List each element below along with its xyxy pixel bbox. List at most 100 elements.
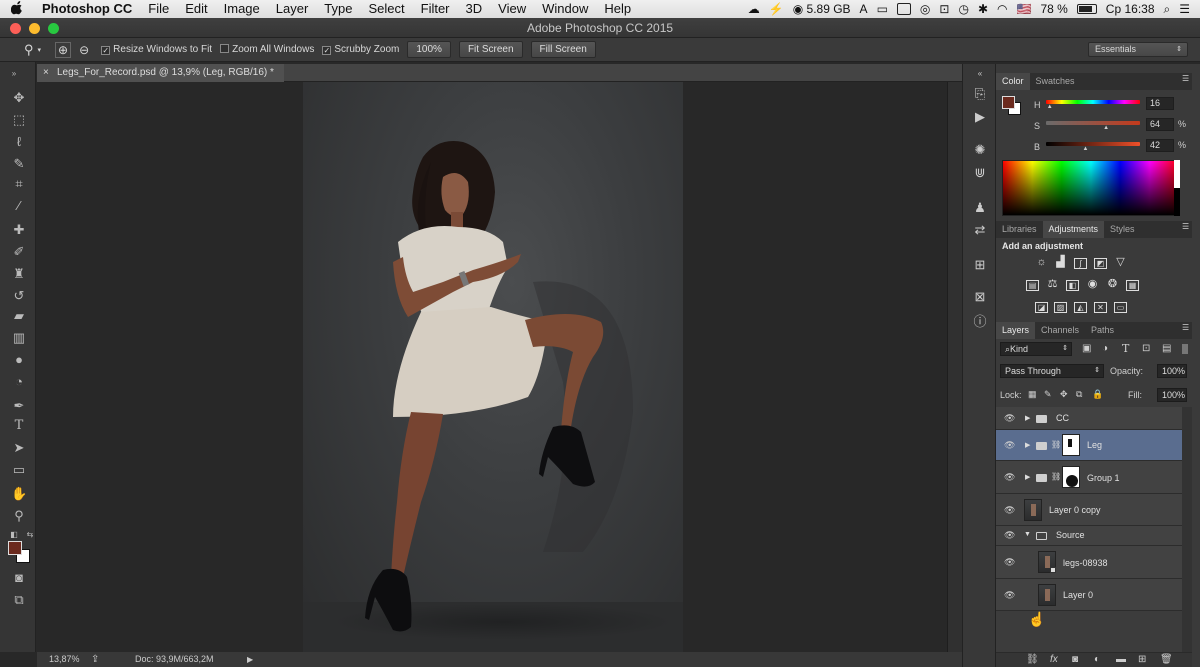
actions-panel-icon[interactable]: ▶ — [972, 109, 988, 125]
window-icon[interactable] — [896, 3, 911, 15]
share-icon[interactable]: ⇪ — [91, 652, 99, 667]
dodge-tool-icon[interactable]: ◔ — [11, 374, 27, 390]
photo-filter-icon[interactable]: ◉ — [1086, 279, 1099, 291]
visibility-eye-icon[interactable]: 👁 — [1004, 530, 1015, 541]
lock-position-icon[interactable]: ✥ — [1060, 389, 1068, 400]
tab-channels[interactable]: Channels — [1035, 322, 1085, 339]
color-panel-menu-icon[interactable]: ☰ — [1182, 74, 1189, 83]
minimize-window-button[interactable] — [29, 23, 40, 34]
visibility-eye-icon[interactable]: 👁 — [1004, 505, 1015, 516]
type-tool-icon[interactable]: T — [11, 418, 27, 434]
bolt-icon[interactable]: ⚡ — [769, 2, 784, 16]
brush-panel-icon[interactable]: ⋓ — [972, 165, 988, 181]
tab-paths[interactable]: Paths — [1085, 322, 1120, 339]
visibility-eye-icon[interactable]: 👁 — [1004, 440, 1015, 451]
layer-thumbnail[interactable] — [1038, 584, 1056, 606]
zoom-level[interactable]: 13,87% — [49, 652, 80, 667]
eye-status-icon[interactable]: ◎ — [920, 2, 930, 16]
layer-row-source[interactable]: 👁 ▼ Source — [996, 526, 1182, 546]
vibrance-icon[interactable]: ▽ — [1114, 257, 1127, 269]
visibility-eye-icon[interactable]: 👁 — [1004, 557, 1015, 568]
layer-row-legs-08938[interactable]: 👁 legs-08938 — [996, 546, 1182, 579]
layer-mask-thumbnail[interactable] — [1062, 434, 1080, 456]
visibility-eye-icon[interactable]: 👁 — [1004, 472, 1015, 483]
crop-tool-icon[interactable]: ⌗ — [11, 176, 27, 192]
navigator-icon[interactable]: ⊠ — [972, 289, 988, 305]
swap-colors-icon[interactable]: ⇆ — [22, 527, 38, 543]
menu-image[interactable]: Image — [216, 0, 268, 18]
time-machine-icon[interactable]: ◷ — [958, 2, 968, 16]
zoom-100-button[interactable]: 100% — [407, 41, 451, 58]
vertical-scrollbar[interactable] — [947, 82, 962, 652]
visibility-eye-icon[interactable]: 👁 — [1004, 413, 1015, 424]
filter-smart-object-icon[interactable]: ▤ — [1162, 343, 1171, 354]
rectangle-tool-icon[interactable]: ▭ — [11, 462, 27, 478]
delete-layer-icon[interactable]: 🗑 — [1160, 654, 1173, 665]
spectrum-white-swatch[interactable] — [1174, 160, 1180, 188]
expand-triangle-icon[interactable]: ▶ — [1025, 473, 1030, 481]
quick-mask-icon[interactable]: ◙ — [11, 570, 27, 586]
filter-adjustment-icon[interactable]: ◑ — [1102, 343, 1108, 354]
resize-windows-checkbox[interactable]: ✓ Resize Windows to Fit — [101, 44, 212, 55]
document-tab[interactable]: × Legs_For_Record.psd @ 13,9% (Leg, RGB/… — [37, 64, 284, 82]
brightness-contrast-icon[interactable]: ☼ — [1035, 257, 1048, 269]
bluetooth-icon[interactable]: ✱ — [978, 2, 988, 16]
filter-shape-icon[interactable]: ⊡ — [1142, 343, 1150, 354]
tab-libraries[interactable]: Libraries — [996, 221, 1043, 238]
tab-color[interactable]: Color — [996, 73, 1030, 90]
brightness-slider-thumb-icon[interactable]: ▲ — [1082, 146, 1088, 152]
clone-source-icon[interactable]: ♟ — [972, 200, 988, 216]
healing-brush-tool-icon[interactable]: ✚ — [11, 222, 27, 238]
hand-tool-icon[interactable]: ✋ — [11, 486, 27, 502]
filter-pixel-icon[interactable]: ▣ — [1082, 343, 1091, 354]
workspace-switcher[interactable]: Essentials ⇕ — [1088, 42, 1188, 57]
tab-adjustments[interactable]: Adjustments — [1042, 221, 1105, 238]
new-group-icon[interactable]: ▬ — [1116, 654, 1126, 665]
visibility-eye-icon[interactable]: 👁 — [1004, 590, 1015, 601]
hue-slider-thumb-icon[interactable]: ▲ — [1047, 104, 1053, 110]
pen-tool-icon[interactable]: ✒ — [11, 398, 27, 414]
screen-mode-icon[interactable]: ⧉ — [11, 592, 27, 608]
tab-swatches[interactable]: Swatches — [1030, 73, 1081, 90]
quick-selection-tool-icon[interactable]: ✎ — [11, 156, 27, 172]
layers-scrollbar[interactable] — [1182, 407, 1192, 652]
zoom-window-button[interactable] — [48, 23, 59, 34]
layer-row-group-1[interactable]: 👁 ▶ ⛓ Group 1 — [996, 461, 1182, 494]
clone-stamp-tool-icon[interactable]: ♜ — [11, 266, 27, 282]
spectrum-black-swatch[interactable] — [1174, 188, 1180, 216]
layer-row-layer-0[interactable]: 👁 Layer 0 — [996, 579, 1182, 611]
expand-triangle-icon[interactable]: ▶ — [1025, 414, 1030, 422]
black-white-icon[interactable]: ◧ — [1066, 280, 1079, 291]
selective-color-icon[interactable]: ✕ — [1094, 302, 1107, 313]
strip-collapse-icon[interactable]: « — [972, 66, 988, 82]
exposure-icon[interactable]: ◩ — [1094, 258, 1107, 269]
spotlight-icon[interactable]: ⌕ — [1164, 2, 1171, 17]
filter-type-icon[interactable]: T — [1122, 342, 1129, 355]
brush-tool-icon[interactable]: ✐ — [11, 244, 27, 260]
blur-tool-icon[interactable]: ● — [11, 352, 27, 368]
gradient-map-icon[interactable]: ▭ — [1114, 302, 1127, 313]
fill-screen-button[interactable]: Fill Screen — [530, 41, 596, 58]
zoom-tool-icon[interactable]: ⚲ — [11, 508, 27, 524]
eraser-tool-icon[interactable]: ▰ — [11, 308, 27, 324]
layers-panel-menu-icon[interactable]: ☰ — [1182, 323, 1189, 332]
hue-value[interactable]: 16 — [1146, 97, 1174, 110]
tool-presets-icon[interactable]: ⇄ — [972, 222, 988, 238]
menu-help[interactable]: Help — [596, 0, 639, 18]
mask-link-icon[interactable]: ⛓ — [1051, 440, 1061, 449]
apple-icon[interactable] — [0, 0, 34, 18]
collapse-triangle-icon[interactable]: ▼ — [1024, 531, 1031, 538]
lasso-tool-icon[interactable]: ℓ — [11, 134, 27, 150]
camera-icon[interactable]: ⊡ — [939, 2, 949, 16]
layer-row-layer-0-copy[interactable]: 👁 Layer 0 copy — [996, 494, 1182, 526]
close-window-button[interactable] — [10, 23, 21, 34]
menu-3d[interactable]: 3D — [458, 0, 491, 18]
blend-mode-dropdown[interactable]: Pass Through ⇕ — [1000, 364, 1104, 378]
menu-select[interactable]: Select — [360, 0, 412, 18]
layer-mask-thumbnail[interactable] — [1062, 466, 1080, 488]
posterize-icon[interactable]: ▨ — [1054, 302, 1067, 313]
gradient-tool-icon[interactable]: ▥ — [11, 330, 27, 346]
opacity-value[interactable]: 100% — [1157, 364, 1187, 378]
new-layer-icon[interactable]: ⊞ — [1138, 654, 1146, 665]
history-panel-icon[interactable]: ⎘ — [972, 86, 988, 102]
